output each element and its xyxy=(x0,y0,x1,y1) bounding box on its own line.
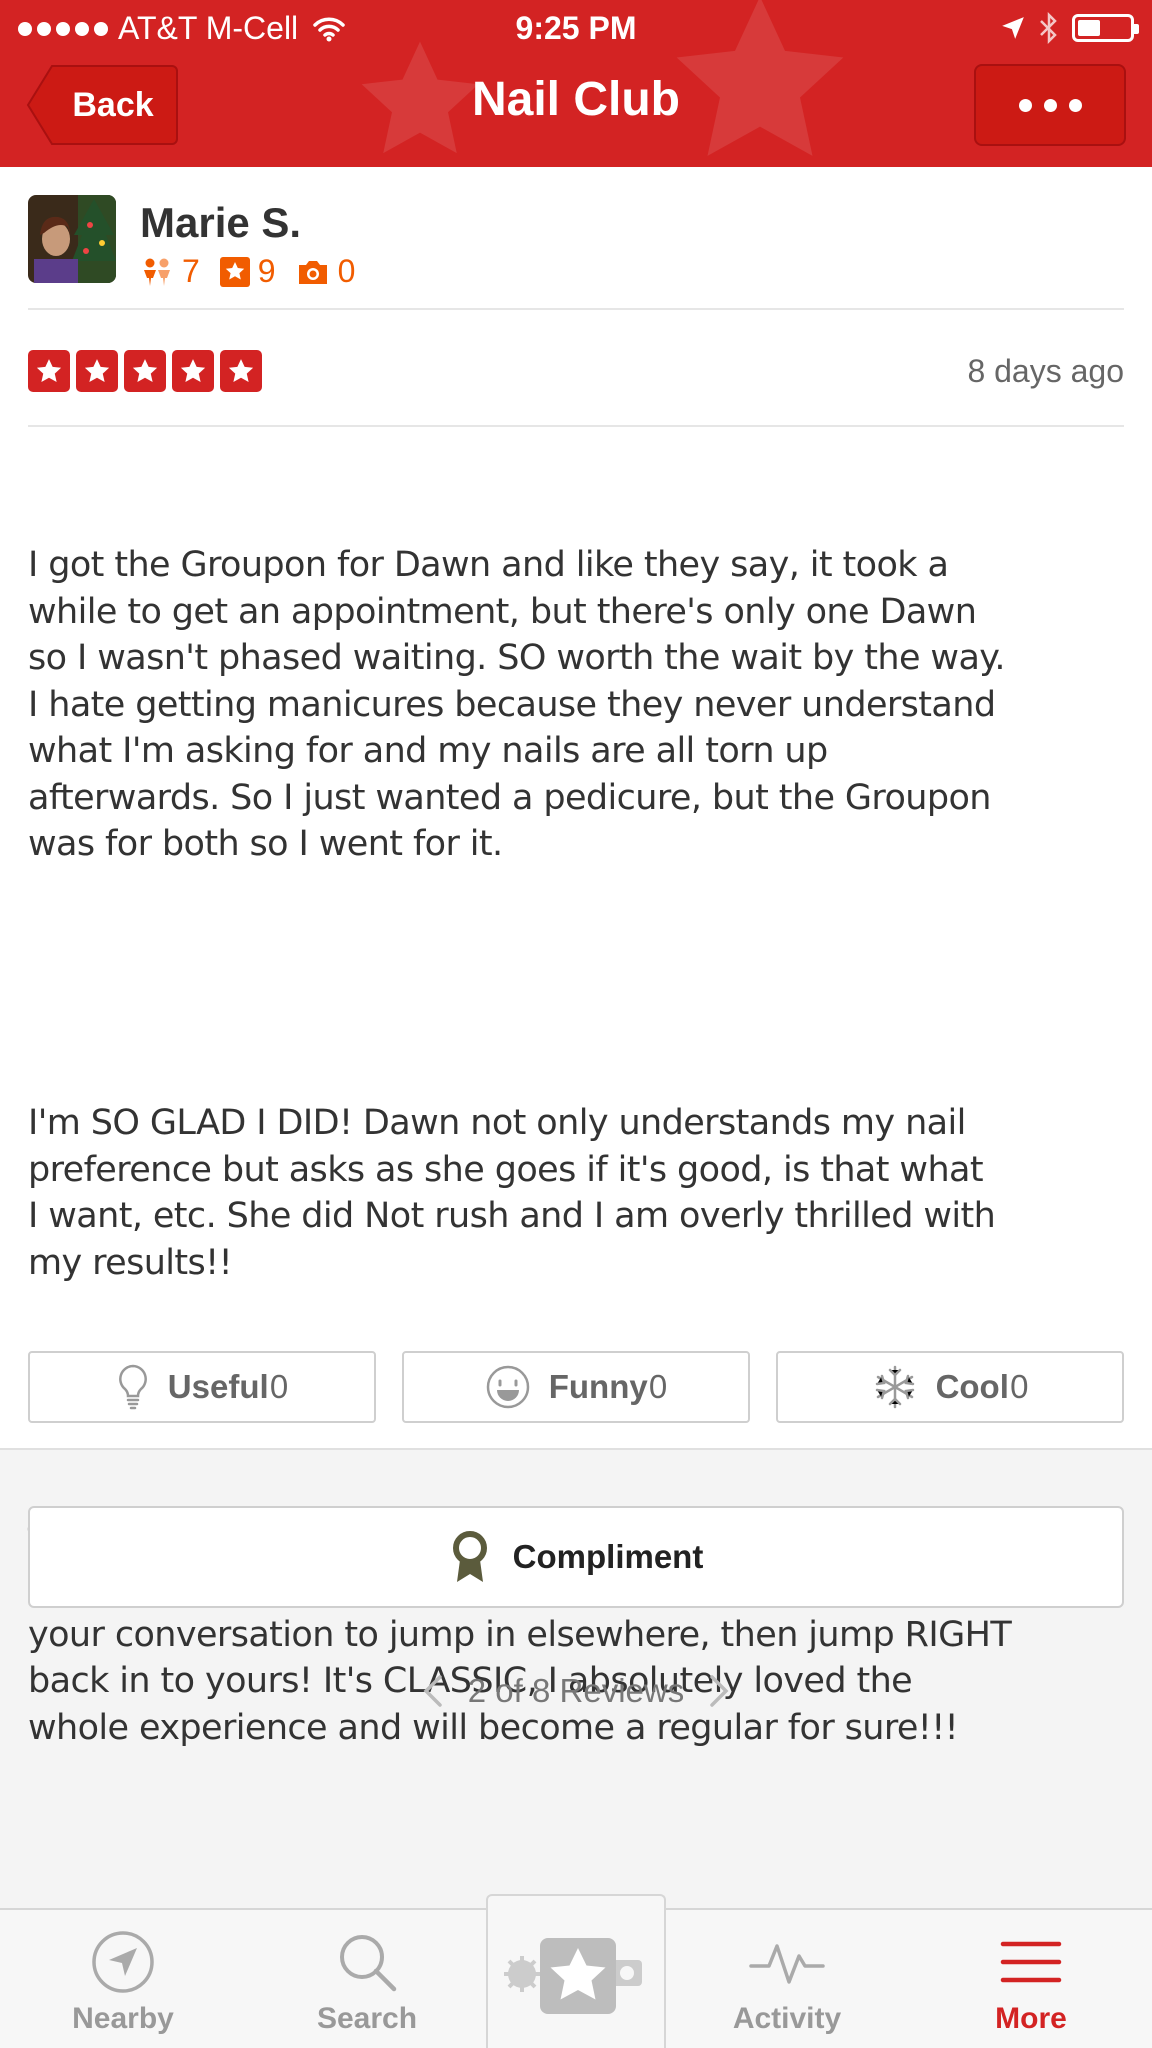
rating-star-icon xyxy=(28,350,70,392)
location-arrow-icon xyxy=(1002,17,1024,39)
reviews-count: 9 xyxy=(257,253,276,289)
funny-label: Funny xyxy=(548,1368,648,1405)
activity-icon xyxy=(749,1944,825,1984)
tab-activity[interactable]: Activity xyxy=(672,1910,902,2048)
chevron-right-icon[interactable] xyxy=(708,1674,730,1708)
avatar[interactable] xyxy=(28,195,116,283)
header: AT&T M-Cell 9:25 PM Back Nail Club xyxy=(0,0,1152,167)
useful-count: 0 xyxy=(269,1368,289,1405)
status-bar: AT&T M-Cell 9:25 PM xyxy=(0,0,1152,56)
funny-button[interactable]: Funny 0 xyxy=(402,1351,750,1423)
divider xyxy=(28,425,1124,427)
smiley-icon xyxy=(486,1365,529,1409)
funny-count: 0 xyxy=(648,1368,668,1405)
photos-count: 0 xyxy=(337,253,356,289)
star-icon xyxy=(219,256,250,287)
cool-count: 0 xyxy=(1010,1368,1029,1405)
lightbulb-icon xyxy=(118,1364,147,1410)
search-icon xyxy=(340,1935,397,1992)
divider xyxy=(28,308,1124,310)
compass-icon xyxy=(92,1931,154,1993)
bluetooth-icon xyxy=(1040,12,1057,44)
more-options-button[interactable] xyxy=(974,64,1126,146)
tab-more[interactable]: More xyxy=(916,1910,1146,2048)
review-card: Marie S. 7 9 0 8 days ago I got the Grou… xyxy=(0,167,1152,1748)
useful-button[interactable]: Useful 0 xyxy=(28,1351,376,1423)
star-camera-icon xyxy=(504,1938,642,2014)
review-pager: 2 of 8 Reviews xyxy=(0,1672,1152,1710)
pager-label: 2 of 8 Reviews xyxy=(467,1672,685,1709)
useful-label: Useful xyxy=(167,1368,269,1405)
friends-icon xyxy=(144,258,170,286)
tab-nearby-label: Nearby xyxy=(72,2002,174,2035)
status-time: 9:25 PM xyxy=(515,10,637,46)
add-review-tab[interactable] xyxy=(486,1894,666,2048)
menu-icon xyxy=(1000,1941,1062,1983)
rating-star-icon xyxy=(76,350,118,392)
review-date: 8 days ago xyxy=(967,353,1124,389)
review-paragraph: I'm SO GLAD I DID! Dawn not only underst… xyxy=(28,1103,996,1283)
reviewer-info[interactable]: Marie S. 7 9 0 xyxy=(28,195,1124,309)
review-text: I got the Groupon for Dawn and like they… xyxy=(28,449,1128,1844)
ribbon-icon xyxy=(452,1531,487,1582)
snowflake-icon xyxy=(875,1365,914,1409)
tab-activity-label: Activity xyxy=(732,2002,842,2035)
tab-search-label: Search xyxy=(316,2002,418,2035)
chevron-left-icon[interactable] xyxy=(422,1674,444,1708)
rating-star-icon xyxy=(124,350,166,392)
cool-button[interactable]: Cool 0 xyxy=(776,1351,1124,1423)
compliment-label: Compliment xyxy=(512,1538,704,1575)
rating-star-icon xyxy=(172,350,214,392)
friends-count: 7 xyxy=(182,253,200,289)
review-paragraph: I got the Groupon for Dawn and like they… xyxy=(28,545,1006,864)
camera-icon xyxy=(298,260,327,284)
reviewer-name[interactable]: Marie S. xyxy=(140,199,301,247)
battery-icon xyxy=(1072,14,1139,42)
reviewer-stats: 7 9 0 xyxy=(140,253,375,290)
compliment-button[interactable]: Compliment xyxy=(28,1506,1124,1608)
star-rating xyxy=(28,350,262,392)
tab-more-label: More xyxy=(995,2002,1067,2035)
tab-search[interactable]: Search xyxy=(252,1910,482,2048)
cool-label: Cool xyxy=(935,1368,1009,1405)
rating-star-icon xyxy=(220,350,262,392)
tab-nearby[interactable]: Nearby xyxy=(8,1910,238,2048)
vote-buttons: Useful 0 Funny 0 Cool 0 xyxy=(28,1351,1124,1423)
